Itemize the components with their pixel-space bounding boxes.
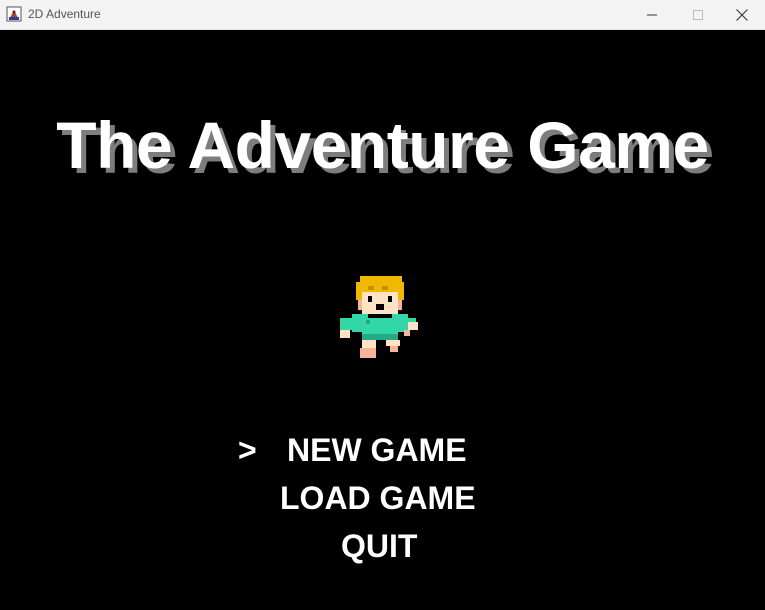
window-title: 2D Adventure bbox=[28, 7, 101, 21]
minimize-icon bbox=[647, 10, 657, 20]
app-window: 2D Adventure The Adventure Game > NEW GA… bbox=[0, 0, 765, 610]
java-app-icon bbox=[6, 6, 22, 22]
player-boy-sprite bbox=[340, 276, 418, 358]
close-button[interactable] bbox=[719, 0, 765, 29]
menu-quit[interactable]: QUIT bbox=[341, 530, 417, 562]
game-title: The Adventure Game bbox=[56, 108, 709, 182]
close-icon bbox=[736, 8, 748, 21]
menu-load-game[interactable]: LOAD GAME bbox=[280, 482, 476, 514]
maximize-icon bbox=[693, 9, 703, 20]
game-canvas[interactable]: The Adventure Game > NEW GAME LOAD GAME … bbox=[0, 30, 765, 610]
menu-cursor: > bbox=[238, 432, 257, 468]
minimize-button[interactable] bbox=[629, 0, 675, 29]
maximize-button[interactable] bbox=[675, 0, 721, 29]
menu-new-game[interactable]: NEW GAME bbox=[287, 434, 467, 466]
window-titlebar[interactable]: 2D Adventure bbox=[0, 0, 765, 30]
